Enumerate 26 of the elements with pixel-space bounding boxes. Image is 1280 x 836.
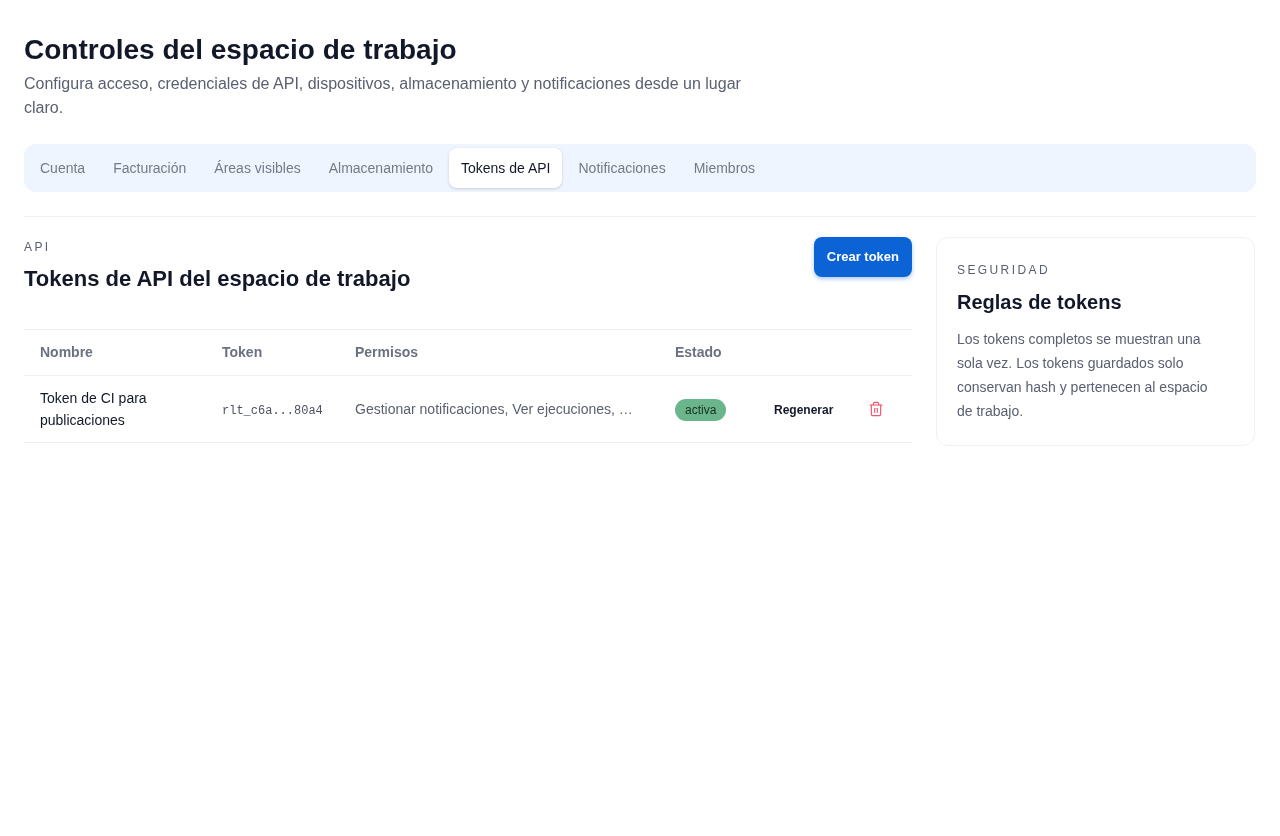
tab[interactable]: Notificaciones bbox=[566, 148, 678, 188]
status-badge: activa bbox=[675, 399, 727, 421]
regenerate-button[interactable]: Regenerar bbox=[774, 401, 834, 419]
card-body: Los tokens completos se muestran una sola vez. Los tokens guardados solo conservan hash y pertenecen al espacio de trabajo. bbox=[957, 330, 1209, 421]
trash-icon bbox=[868, 401, 884, 417]
create-token-button[interactable]: Crear token bbox=[813, 237, 912, 277]
tab[interactable]: Facturación bbox=[101, 148, 199, 188]
tab[interactable]: Áreas visibles bbox=[202, 148, 313, 188]
card-eyebrow: SEGURIDAD bbox=[957, 262, 1051, 278]
page-title: Controles del espacio de trabajo bbox=[24, 33, 458, 67]
token-name: Token de CI para publicaciones bbox=[40, 389, 148, 430]
page-subtitle: Configura acceso, credenciales de API, dispositivos, almacenamiento y notificaciones desde un lugar claro. bbox=[24, 74, 742, 118]
tab[interactable]: Miembros bbox=[681, 148, 768, 188]
column-header: Permisos bbox=[355, 344, 419, 360]
card-title: Reglas de tokens bbox=[957, 290, 1123, 315]
token-value: rlt_c6a...80a4 bbox=[222, 404, 323, 418]
column-header: Estado bbox=[675, 344, 722, 360]
column-header: Token bbox=[222, 344, 263, 360]
token-permissions: Gestionar notificaciones, Ver ejecuciones, … bbox=[355, 401, 633, 417]
section-eyebrow: API bbox=[24, 239, 52, 255]
section-title: Tokens de API del espacio de trabajo bbox=[24, 265, 411, 293]
tab[interactable]: Cuenta bbox=[28, 148, 98, 188]
tab[interactable]: Almacenamiento bbox=[316, 148, 445, 188]
delete-button[interactable] bbox=[868, 401, 884, 417]
column-header: Nombre bbox=[40, 344, 93, 360]
tab[interactable]: Tokens de API bbox=[448, 148, 563, 188]
